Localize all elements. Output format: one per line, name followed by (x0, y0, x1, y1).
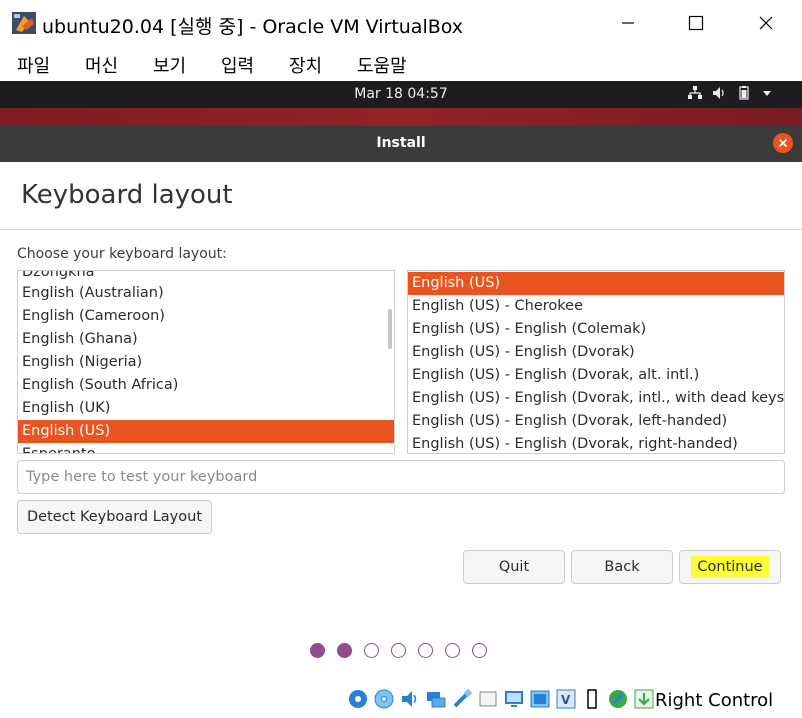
audio-icon[interactable] (398, 687, 422, 711)
list-item[interactable]: English (Ghana) (18, 328, 394, 351)
virtualbox-app-icon (12, 12, 36, 34)
progress-dot-7 (472, 643, 487, 658)
guest-top-panel: Mar 18 04:57 (0, 81, 802, 108)
list-item[interactable]: English (Australian) (18, 282, 394, 305)
divider (0, 229, 802, 230)
close-icon (759, 16, 773, 30)
dropdown-arrow-icon (763, 91, 771, 96)
list-item[interactable]: Esperanto (18, 443, 394, 453)
continue-label: Continue (691, 556, 769, 578)
list-item[interactable]: English (UK) (18, 397, 394, 420)
battery-icon (739, 86, 749, 100)
progress-dot-1 (310, 643, 325, 658)
list-item[interactable]: English (US) - English (Dvorak, alt. int… (408, 364, 784, 387)
progress-dot-4 (391, 643, 406, 658)
list-item[interactable]: English (US) - English (Colemak) (408, 318, 784, 341)
progress-dots (310, 643, 487, 658)
list-item[interactable]: English (US) - Cherokee (408, 295, 784, 318)
back-button[interactable]: Back (571, 550, 673, 584)
list-item[interactable]: English (South Africa) (18, 374, 394, 397)
list-item[interactable]: English (US) - English (Dvorak) (408, 341, 784, 364)
menu-machine[interactable]: 머신 (85, 52, 118, 78)
keyboard-test-input[interactable] (17, 460, 785, 494)
installer-header-bar: Install (0, 126, 802, 162)
list-item[interactable]: English (US) - English (Dvorak, right-ha… (408, 433, 784, 453)
recording-icon[interactable] (528, 687, 552, 711)
virtualization-icon[interactable]: V (554, 687, 578, 711)
close-icon (778, 138, 788, 148)
hard-disk-icon[interactable] (346, 687, 370, 711)
list-item[interactable]: English (US) - English (Dvorak, left-han… (408, 410, 784, 433)
vm-status-bar: V Right Control (0, 682, 802, 718)
system-tray[interactable] (688, 86, 772, 100)
minimize-button[interactable] (598, 4, 658, 42)
menu-file[interactable]: 파일 (17, 52, 50, 78)
window-title-bar: ubuntu20.04 [실행 중] - Oracle VM VirtualBo… (0, 0, 802, 46)
installer-close-button[interactable] (773, 133, 793, 153)
network-icon (688, 86, 702, 99)
progress-dot-3 (364, 643, 379, 658)
keyboard-layout-list[interactable]: Dzongkha English (Australian) English (C… (17, 270, 395, 454)
continue-button[interactable]: Continue (679, 550, 781, 584)
detect-keyboard-layout-button[interactable]: Detect Keyboard Layout (17, 500, 212, 534)
minimize-icon (622, 22, 634, 24)
menu-help[interactable]: 도움말 (357, 52, 407, 78)
cpu-icon[interactable] (580, 687, 604, 711)
clock[interactable]: Mar 18 04:57 (0, 86, 802, 102)
layout-prompt: Choose your keyboard layout: (17, 246, 227, 262)
menu-bar: 파일 머신 보기 입력 장치 도움말 (0, 46, 802, 80)
desktop-wallpaper (0, 108, 802, 126)
quit-button[interactable]: Quit (463, 550, 565, 584)
progress-dot-2 (337, 643, 352, 658)
installer-title: Install (376, 135, 426, 151)
window-title: ubuntu20.04 [실행 중] - Oracle VM VirtualBo… (42, 16, 464, 38)
svg-text:V: V (561, 693, 571, 707)
layout-list-scrollbar[interactable] (388, 309, 392, 349)
progress-dot-5 (418, 643, 433, 658)
volume-icon (713, 87, 724, 99)
shared-folder-icon[interactable] (476, 687, 500, 711)
progress-dot-6 (445, 643, 460, 658)
usb-icon[interactable] (450, 687, 474, 711)
maximize-icon (688, 15, 704, 31)
list-item[interactable]: English (Cameroon) (18, 305, 394, 328)
list-item[interactable]: English (US) - English (Dvorak, intl., w… (408, 387, 784, 410)
list-item[interactable]: English (Nigeria) (18, 351, 394, 374)
mouse-integration-icon[interactable] (606, 687, 630, 711)
optical-disk-icon[interactable] (372, 687, 396, 711)
keyboard-capture-icon[interactable] (632, 687, 656, 711)
close-button[interactable] (736, 4, 796, 42)
display-icon[interactable] (502, 687, 526, 711)
host-key-label: Right Control (655, 690, 774, 711)
menu-view[interactable]: 보기 (153, 52, 186, 78)
list-item-selected[interactable]: English (US) (18, 420, 394, 443)
page-title: Keyboard layout (21, 180, 233, 210)
list-item-selected[interactable]: English (US) (408, 272, 784, 295)
network-adapter-icon[interactable] (424, 687, 448, 711)
keyboard-variant-list[interactable]: English (US) English (US) - Cherokee Eng… (407, 270, 785, 454)
menu-devices[interactable]: 장치 (289, 52, 322, 78)
maximize-button[interactable] (666, 4, 726, 42)
menu-input[interactable]: 입력 (221, 52, 254, 78)
